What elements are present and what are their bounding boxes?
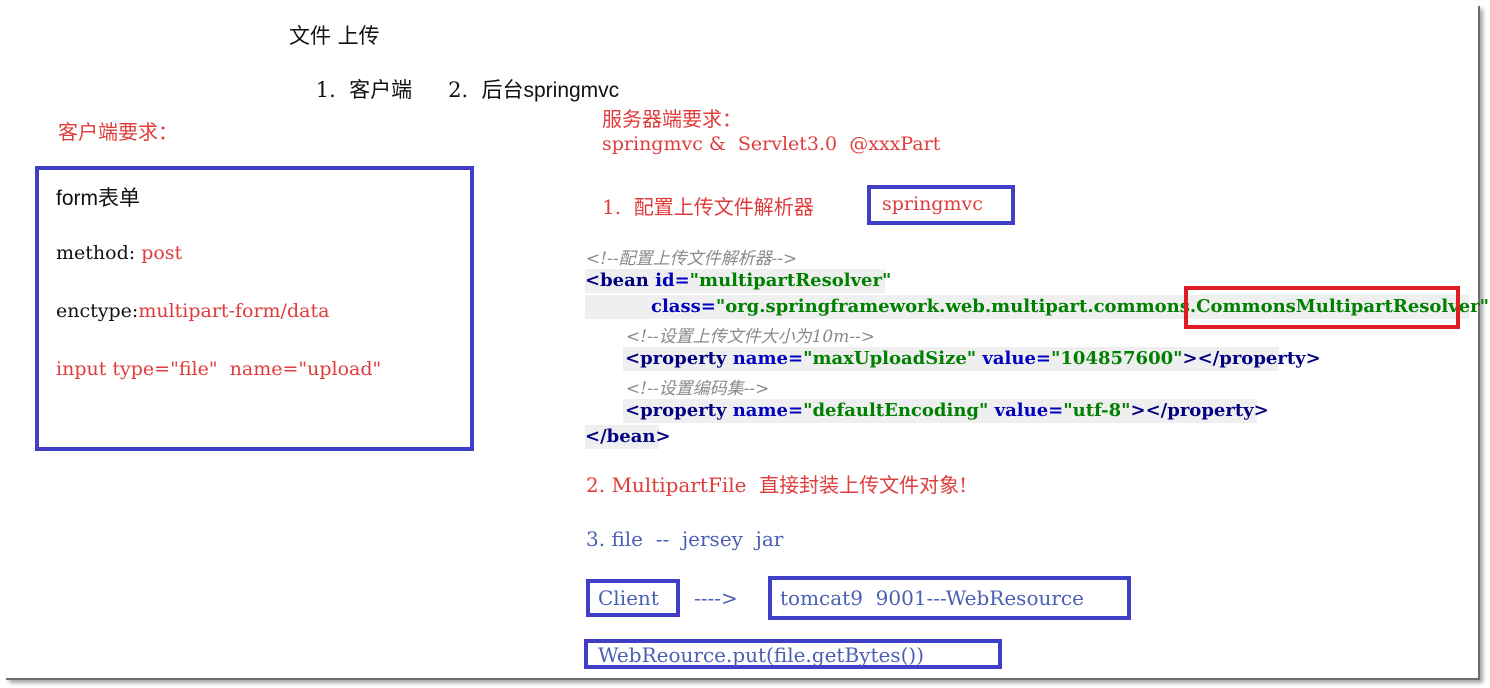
code-prop2-name-attr: name=	[726, 400, 804, 421]
code-prop1-value-value: "104857600"	[1051, 348, 1183, 369]
code-bean-id-value: "multipartResolver"	[689, 270, 892, 291]
enctype-label: enctype:	[56, 300, 139, 322]
code-prop1-name-attr: name=	[726, 348, 804, 369]
client-heading: 客户端要求：	[58, 120, 178, 144]
method-value: post	[141, 242, 183, 264]
subtitle-item-client: 1. 客户端	[315, 78, 413, 102]
input-line: input type="file" name="upload"	[56, 358, 382, 380]
code-bean-close: </bean>	[585, 426, 671, 447]
subtitle-item-backend: 2. 后台	[448, 78, 524, 102]
code-prop1-name-value: "maxUploadSize"	[803, 348, 977, 369]
form-title-suffix: 表单	[98, 186, 140, 210]
step1-label: 1. 配置上传文件解析器	[602, 195, 814, 219]
code-class-attr: class=	[651, 296, 716, 317]
code-prop1-value-attr: value=	[976, 348, 1052, 369]
server-requirement-line: springmvc & Servlet3.0 @xxxPart	[602, 133, 941, 155]
code-comment-resolver: <!--配置上传文件解析器-->	[586, 249, 798, 269]
page-subtitle: 1. 客户端 2. 后台springmvc	[289, 50, 619, 128]
step2-line: 2. MultipartFile 直接封装上传文件对象!	[586, 469, 967, 498]
code-prop1-open: <property	[625, 348, 727, 369]
document-page: 文件 上传 1. 客户端 2. 后台springmvc 客户端要求： form表单…	[6, 6, 1490, 680]
code-prop2-value-value: "utf-8"	[1063, 400, 1131, 421]
server-heading: 服务器端要求：	[602, 107, 742, 131]
subtitle-item-backend-suffix: springmvc	[523, 79, 620, 102]
enctype-line: enctype:multipart-form/data	[56, 300, 329, 322]
code-prop2-close: ></property>	[1130, 400, 1269, 421]
client-box-text: Client	[598, 586, 659, 610]
code-bean-open-tag: <bean	[585, 270, 649, 291]
form-title-prefix: form	[56, 187, 98, 210]
step1-box-text: springmvc	[882, 193, 983, 215]
arrow-text: ---->	[694, 586, 738, 610]
code-class-value: "org.springframework.web.multipart.commo…	[715, 296, 1197, 317]
code-bean-id-attr: id=	[648, 270, 690, 291]
step3-line: 3. file -- jersey jar	[586, 527, 784, 551]
tomcat-box-text: tomcat9 9001---WebResource	[780, 586, 1084, 610]
code-prop2-open: <property	[625, 400, 727, 421]
code-bean-open-line: <bean id="multipartResolver"	[585, 269, 891, 293]
page-title: 文件 上传	[289, 24, 380, 48]
highlight-commons-resolver-box	[1184, 286, 1460, 329]
enctype-value: multipart-form/data	[138, 300, 330, 322]
webresource-box-text: WebReource.put(file.getBytes())	[598, 643, 925, 667]
code-prop2-value-attr: value=	[988, 400, 1064, 421]
code-property-maxsize-line: <property name="maxUploadSize" value="10…	[623, 347, 1321, 371]
code-bean-close-line: </bean>	[585, 425, 671, 449]
code-property-encoding-line: <property name="defaultEncoding" value="…	[623, 399, 1269, 423]
code-prop2-name-value: "defaultEncoding"	[803, 400, 989, 421]
method-label: method:	[56, 242, 142, 264]
code-class-end: "	[1479, 296, 1490, 317]
code-comment-maxsize: <!--设置上传文件大小为10m-->	[626, 327, 876, 347]
step2-text: 2. MultipartFile 直接封装上传文件对象!	[586, 473, 968, 497]
code-prop1-close: ></property>	[1182, 348, 1321, 369]
code-comment-encoding: <!--设置编码集-->	[626, 379, 770, 399]
method-line: method: post	[56, 242, 182, 264]
form-title: form表单	[56, 182, 140, 212]
